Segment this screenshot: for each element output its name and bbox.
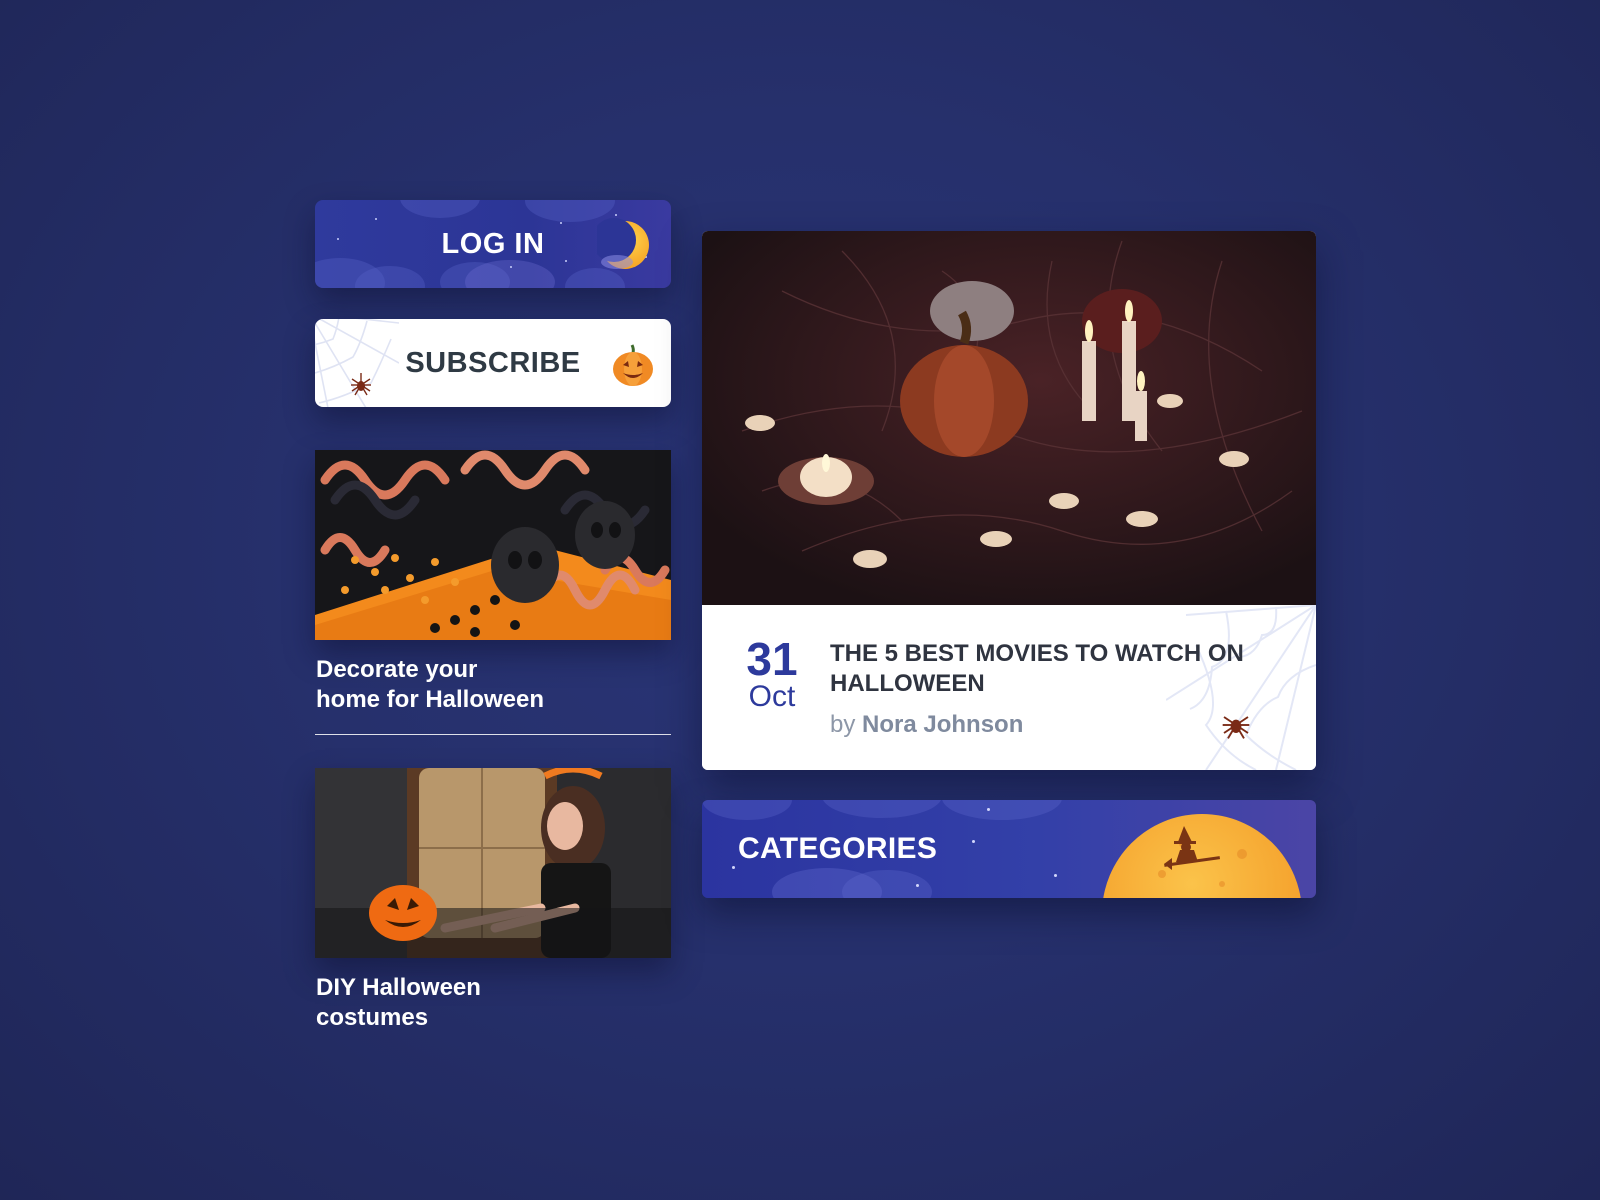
- login-button[interactable]: LOG IN: [315, 200, 671, 288]
- card-caption-decorate[interactable]: Decorate your home for Halloween: [316, 655, 616, 715]
- feature-image[interactable]: [702, 231, 1316, 605]
- date-month: Oct: [748, 680, 796, 713]
- star: [732, 866, 735, 869]
- byline-prefix: by: [830, 711, 856, 738]
- feature-article-card: 31 Oct THE 5 BEST MOVIES TO WATCH ON HAL…: [702, 231, 1316, 770]
- card-caption-costumes[interactable]: DIY Halloween costumes: [316, 973, 616, 1033]
- author-link[interactable]: Nora Johnson: [862, 711, 1023, 738]
- caption-line: Decorate your: [316, 656, 478, 683]
- spider-icon: [1222, 716, 1250, 739]
- article-title[interactable]: THE 5 BEST MOVIES TO WATCH ON HALLOWEEN: [830, 639, 1270, 699]
- categories-label: CATEGORIES: [738, 832, 938, 865]
- star: [972, 840, 975, 843]
- witch-icon: [1164, 826, 1220, 870]
- caption-line: costumes: [316, 1004, 429, 1031]
- star: [987, 808, 990, 811]
- login-label: LOG IN: [441, 227, 545, 260]
- byline: by Nora Johnson: [830, 711, 1023, 739]
- caption-line: home for Halloween: [316, 686, 545, 713]
- card-image-decorate[interactable]: [315, 450, 671, 640]
- date-day: 31: [746, 633, 798, 685]
- divider: [315, 734, 671, 735]
- costume-photo: [315, 768, 671, 958]
- candles-pumpkins-photo: [702, 231, 1316, 605]
- subscribe-label: SUBSCRIBE: [405, 346, 581, 379]
- subscribe-button[interactable]: SUBSCRIBE: [315, 319, 671, 407]
- caption-line: DIY Halloween: [316, 974, 481, 1001]
- star: [1054, 874, 1057, 877]
- feature-info: 31 Oct THE 5 BEST MOVIES TO WATCH ON HAL…: [702, 605, 1316, 770]
- cloud-decoration: [942, 800, 1062, 820]
- card-image-costumes[interactable]: [315, 768, 671, 958]
- decorations-photo: [315, 450, 671, 640]
- categories-button[interactable]: CATEGORIES: [702, 800, 1316, 898]
